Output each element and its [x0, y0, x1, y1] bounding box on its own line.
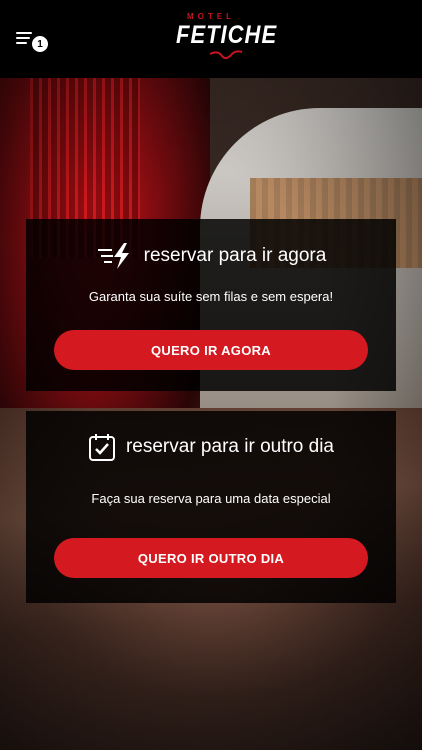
calendar-check-icon	[88, 434, 115, 461]
reserve-now-subtitle: Garanta sua suíte sem filas e sem espera…	[88, 289, 334, 304]
go-now-button[interactable]: QUERO IR AGORA	[54, 330, 368, 370]
motel-logo: MOTEL FETICHE	[176, 12, 276, 62]
reserve-other-day-subtitle: Faça sua reserva para uma data especial	[91, 491, 331, 506]
notification-badge: 1	[32, 36, 48, 52]
reserve-now-title: reservar para ir agora	[143, 245, 327, 266]
reserve-now-card: reservar para ir agora Garanta sua suíte…	[26, 219, 396, 391]
menu-button[interactable]: 1	[16, 28, 50, 54]
reserve-other-day-title: reservar para ir outro dia	[125, 436, 335, 457]
reserve-other-day-card: reservar para ir outro dia Faça sua rese…	[26, 411, 396, 603]
fast-lightning-icon	[97, 243, 129, 269]
app-header: 1 MOTEL FETICHE	[0, 0, 422, 78]
go-other-day-button[interactable]: QUERO IR OUTRO DIA	[54, 538, 368, 578]
